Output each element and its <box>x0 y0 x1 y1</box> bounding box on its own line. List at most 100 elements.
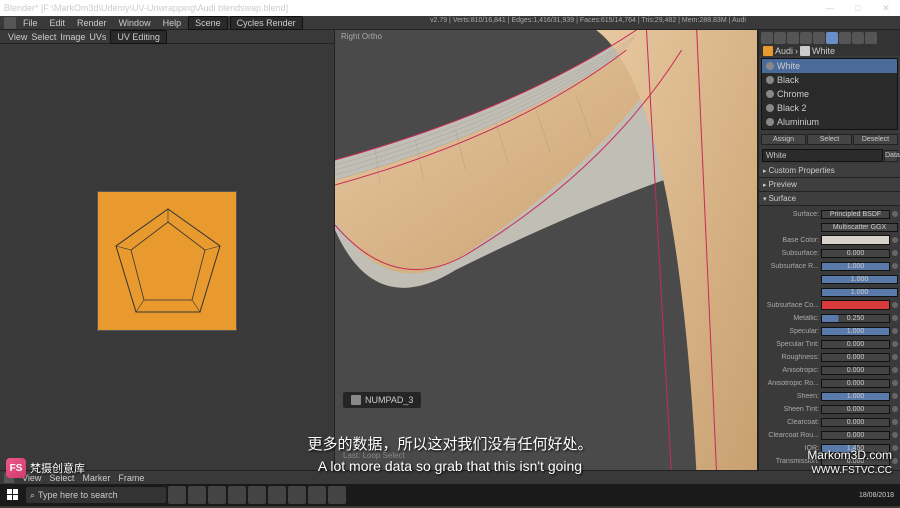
tab-modifiers[interactable] <box>813 32 825 44</box>
breadcrumb-obj[interactable]: Audi <box>775 46 793 56</box>
view3d-panel: Right Ortho NUMPAD_3 Last: Loop Select <box>335 30 758 478</box>
tab-material[interactable] <box>826 32 838 44</box>
menu-render[interactable]: Render <box>72 17 112 29</box>
prop-label: Surface: <box>761 211 819 218</box>
search-placeholder: Type here to search <box>38 490 118 500</box>
material-name-field[interactable]: White <box>762 149 883 162</box>
watermark-url: WWW.FSTVC.CC <box>811 465 892 476</box>
material-item-black2[interactable]: Black 2 <box>762 101 897 115</box>
specular-slider[interactable]: 1.000 <box>821 327 890 336</box>
search-icon: ⌕ <box>30 490 35 501</box>
prop-node-icon[interactable] <box>892 237 898 243</box>
assign-button[interactable]: Assign <box>761 134 806 145</box>
blender-icon[interactable] <box>4 17 16 29</box>
uv-editor-panel: View Select Image UVs UV Editing <box>0 30 335 478</box>
watermark-badge: FS <box>6 458 26 478</box>
window-title: Blender* [F:\MarkOm3d\Udemy\UV-Unwrappin… <box>4 3 820 13</box>
taskbar-app-icon[interactable] <box>308 486 326 504</box>
breadcrumb-mat[interactable]: White <box>812 46 835 56</box>
key-hint-text: NUMPAD_3 <box>365 395 413 405</box>
taskbar-app-icon[interactable] <box>288 486 306 504</box>
windows-taskbar: ⌕ Type here to search 18/08/2018 <box>0 484 900 506</box>
uv-header: View Select Image UVs UV Editing <box>0 30 334 44</box>
uv-menu-uvs[interactable]: UVs <box>89 32 106 42</box>
watermark-text: 梵摄创意库 <box>30 460 85 476</box>
material-swatch-icon <box>766 118 774 126</box>
tab-scene[interactable] <box>774 32 786 44</box>
taskbar-taskview-icon[interactable] <box>188 486 206 504</box>
uv-menu-select[interactable]: Select <box>31 32 56 42</box>
close-button[interactable]: ✕ <box>876 3 896 14</box>
key-overlay: NUMPAD_3 <box>343 392 421 408</box>
data-dropdown[interactable]: Data <box>884 150 898 162</box>
windows-icon <box>7 489 19 501</box>
subtitle-chinese: 更多的数据，所以这对我们没有任何好处。 <box>307 433 592 454</box>
menu-edit[interactable]: Edit <box>45 17 71 29</box>
material-name-row: White Data <box>761 149 898 162</box>
tab-particles[interactable] <box>852 32 864 44</box>
scene-dropdown[interactable]: Scene <box>188 16 228 30</box>
uv-mesh-overlay <box>110 204 226 320</box>
metallic-slider[interactable]: 0.250 <box>821 314 890 323</box>
material-swatch-icon <box>766 104 774 112</box>
section-surface[interactable]: Surface <box>759 192 900 206</box>
section-preview[interactable]: Preview <box>759 178 900 192</box>
keypad-icon <box>351 395 361 405</box>
shader-dropdown[interactable]: Principled BSDF <box>821 210 890 219</box>
taskbar-app-icon[interactable] <box>248 486 266 504</box>
taskbar-clock[interactable]: 18/08/2018 <box>855 492 898 499</box>
uv-menu-image[interactable]: Image <box>60 32 85 42</box>
tab-object[interactable] <box>800 32 812 44</box>
uv-canvas[interactable] <box>0 44 334 478</box>
subtitle-english: A lot more data so grab that this isn't … <box>318 458 582 474</box>
surface-properties: Surface:Principled BSDF Multiscatter GGX… <box>759 206 900 508</box>
roughness-slider[interactable]: 0.000 <box>821 353 890 362</box>
material-list: White Black Chrome Black 2 Aluminium <box>761 58 898 130</box>
mesh-render <box>335 30 757 478</box>
taskbar-app-icon[interactable] <box>208 486 226 504</box>
taskbar-app-icon[interactable] <box>268 486 286 504</box>
object-icon <box>763 46 773 56</box>
material-item-aluminium[interactable]: Aluminium <box>762 115 897 129</box>
workspace: View Select Image UVs UV Editing <box>0 30 900 478</box>
material-item-black[interactable]: Black <box>762 73 897 87</box>
minimize-button[interactable]: — <box>820 3 840 14</box>
window-titlebar: Blender* [F:\MarkOm3d\Udemy\UV-Unwrappin… <box>0 0 900 16</box>
props-breadcrumb: Audi › White <box>759 46 900 56</box>
taskbar-cortana-icon[interactable] <box>168 486 186 504</box>
watermark-brand: Markom3D.com <box>807 448 892 462</box>
chevron-icon: › <box>795 46 798 56</box>
tab-physics[interactable] <box>865 32 877 44</box>
start-button[interactable] <box>2 486 24 504</box>
material-swatch-icon <box>766 76 774 84</box>
menu-file[interactable]: File <box>18 17 43 29</box>
timeline-marker[interactable]: Marker <box>82 473 110 483</box>
material-item-chrome[interactable]: Chrome <box>762 87 897 101</box>
material-item-white[interactable]: White <box>762 59 897 73</box>
section-custom-properties[interactable]: Custom Properties <box>759 164 900 178</box>
uv-mode-dropdown[interactable]: UV Editing <box>110 30 167 44</box>
taskbar-app-icon[interactable] <box>328 486 346 504</box>
render-engine-dropdown[interactable]: Cycles Render <box>230 16 303 30</box>
tab-texture[interactable] <box>839 32 851 44</box>
distribution-dropdown[interactable]: Multiscatter GGX <box>821 223 898 232</box>
subsurface-color-swatch[interactable] <box>821 300 890 310</box>
timeline-frame[interactable]: Frame <box>118 473 144 483</box>
menu-help[interactable]: Help <box>158 17 187 29</box>
tab-render[interactable] <box>761 32 773 44</box>
subsurface-slider[interactable]: 0.000 <box>821 249 890 258</box>
base-color-swatch[interactable] <box>821 235 890 245</box>
properties-panel: Audi › White White Black Chrome Black 2 … <box>758 30 900 478</box>
taskbar-app-icon[interactable] <box>228 486 246 504</box>
subsurface-r-slider[interactable]: 1.000 <box>821 262 890 271</box>
taskbar-search[interactable]: ⌕ Type here to search <box>26 487 166 503</box>
uv-menu-view[interactable]: View <box>8 32 27 42</box>
tab-world[interactable] <box>787 32 799 44</box>
stats-bar: v2.79 | Verts:810/16,841 | Edges:1,416/3… <box>426 16 750 25</box>
maximize-button[interactable]: □ <box>848 3 868 14</box>
deselect-button[interactable]: Deselect <box>853 134 898 145</box>
select-button[interactable]: Select <box>807 134 852 145</box>
view3d-canvas[interactable]: Right Ortho NUMPAD_3 Last: Loop Select <box>335 30 757 478</box>
menu-window[interactable]: Window <box>114 17 156 29</box>
prop-node-icon[interactable] <box>892 211 898 217</box>
